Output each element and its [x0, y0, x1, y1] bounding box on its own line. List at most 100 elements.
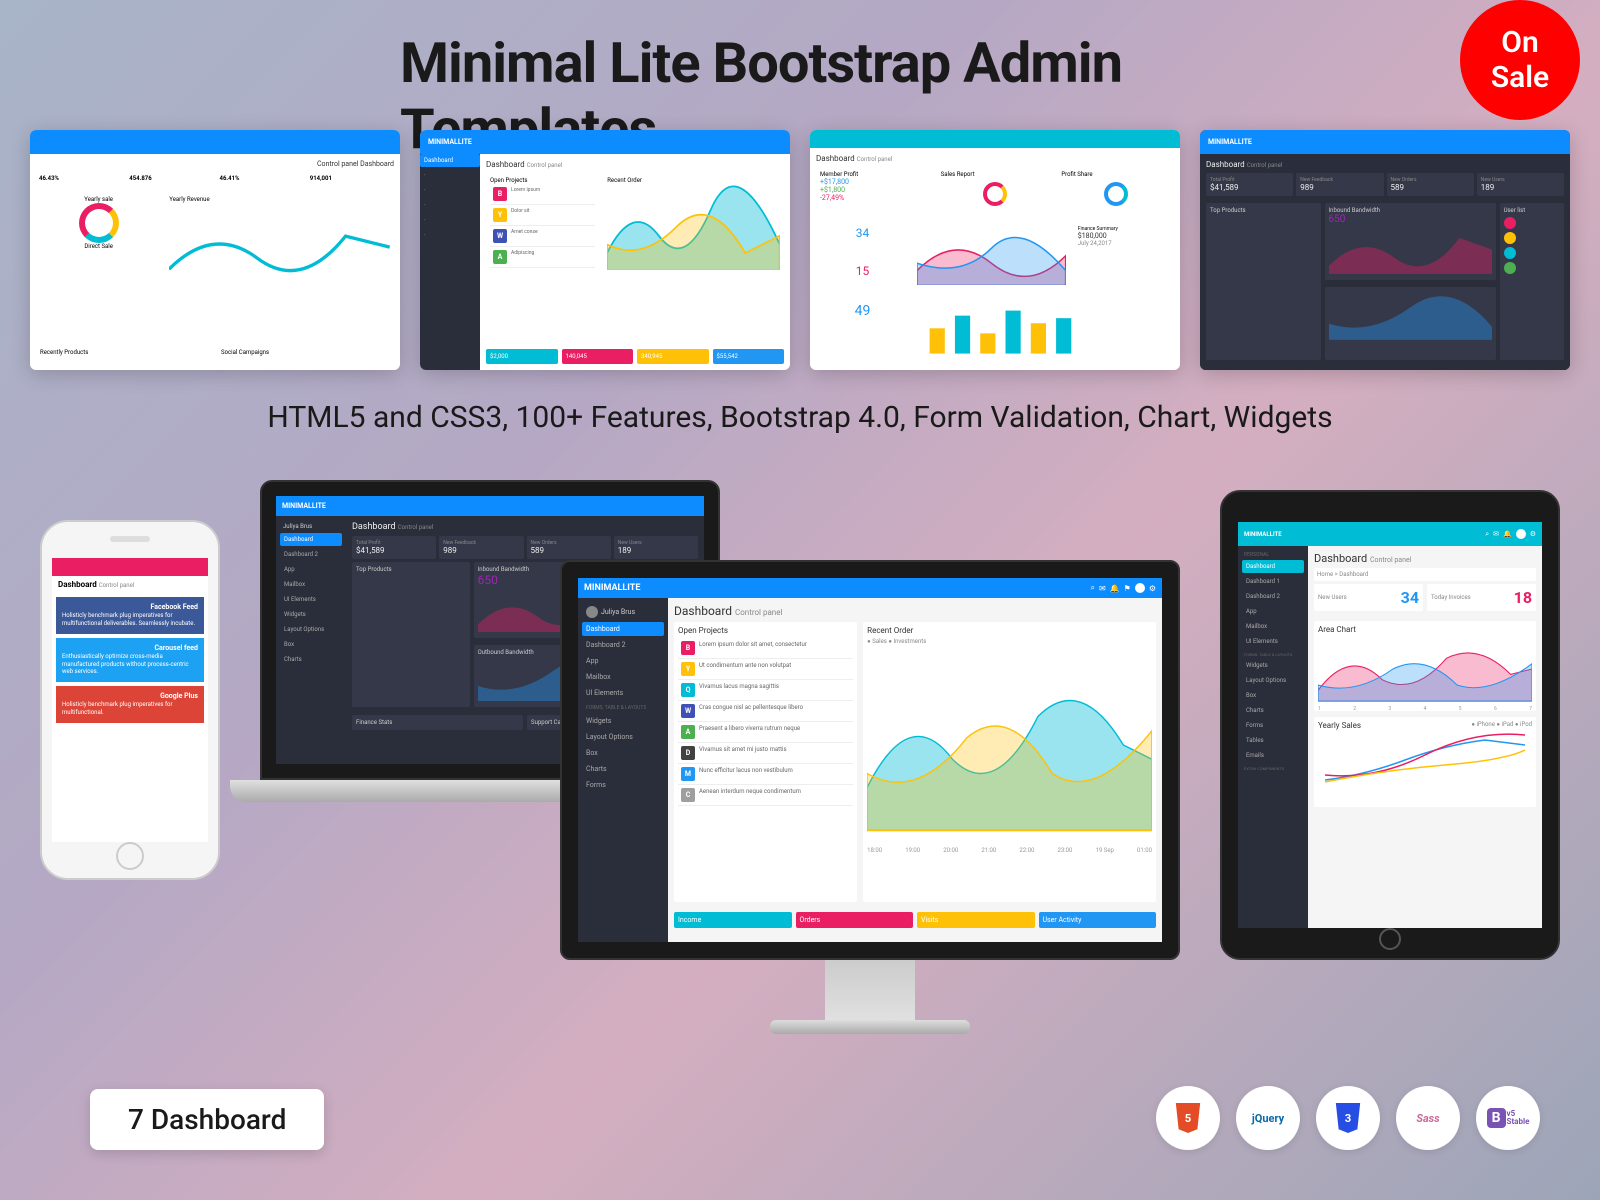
gear-icon[interactable]: ⚙: [1149, 584, 1156, 593]
sidebar-item[interactable]: ·: [420, 169, 480, 182]
project-item[interactable]: Q Vivamus lacus magna sagittis: [678, 680, 853, 701]
sidebar-item[interactable]: App: [582, 654, 664, 668]
sale-badge: On Sale: [1460, 0, 1580, 120]
phone-card-carousel[interactable]: Carousel feed Enthusiastically optimize …: [56, 638, 204, 682]
sidebar-item-dashboard[interactable]: Dashboard: [420, 154, 480, 167]
sidebar-item[interactable]: Charts: [280, 653, 342, 666]
breadcrumb[interactable]: Home > Dashboard: [1314, 568, 1536, 581]
phone-card-t2: Enthusiastically optimize cross-media ma…: [62, 653, 198, 676]
project-item[interactable]: WCras congue nisl ac pellentesque libero: [678, 701, 853, 722]
project-text: Ut condimentum ante non volutpat: [699, 662, 850, 669]
sidebar-item[interactable]: Charts: [1242, 704, 1304, 717]
subtitle: HTML5 and CSS3, 100+ Features, Bootstrap…: [267, 400, 1332, 435]
project-badge: Q: [681, 683, 695, 697]
tech-badges-row: 5 jQuery 3 Sass Bv5Stable: [1156, 1086, 1540, 1150]
sale-line2: Sale: [1491, 60, 1549, 95]
phone-topbar: [52, 558, 208, 576]
phone-card-google[interactable]: Google Plus Holisticly benchmark plug im…: [56, 686, 204, 723]
project-item[interactable]: CAenean interdum neque condimentum: [678, 785, 853, 806]
sidebar-item[interactable]: ·: [420, 184, 480, 197]
thumb3-n1: 34: [820, 226, 905, 240]
xaxis-tick: 2: [1353, 706, 1356, 712]
flag-icon[interactable]: ⚑: [1124, 584, 1131, 593]
pill-activity: $55,542: [713, 349, 785, 364]
sidebar-item[interactable]: Forms: [1242, 719, 1304, 732]
line-chart-panel: Yearly Sales ● iPhone ● iPad ● iPod: [1314, 717, 1536, 807]
sidebar-item[interactable]: Box: [280, 638, 342, 651]
leg-b: iPad: [1502, 721, 1514, 728]
gear-icon[interactable]: ⚙: [1530, 530, 1536, 538]
sidebar-item[interactable]: Layout Options: [1242, 674, 1304, 687]
sidebar-item[interactable]: Widgets: [582, 714, 664, 728]
leg-a: iPhone: [1476, 721, 1494, 728]
bell-icon[interactable]: 🔔: [1503, 530, 1512, 538]
bell-icon[interactable]: 🔔: [1110, 584, 1120, 593]
sidebar-item[interactable]: Widgets: [280, 608, 342, 621]
sidebar-item[interactable]: App: [1242, 605, 1304, 618]
sidebar-item[interactable]: ·: [420, 199, 480, 212]
svg-text:5: 5: [1185, 1112, 1191, 1125]
sidebar-item[interactable]: Mailbox: [582, 670, 664, 684]
sidebar-item[interactable]: Emails: [1242, 749, 1304, 762]
sidebar-item[interactable]: Dashboard 2: [280, 548, 342, 561]
avatar-icon[interactable]: [1135, 583, 1145, 593]
sidebar-item-dashboard[interactable]: Dashboard: [1242, 560, 1304, 573]
sidebar-item[interactable]: UI Elements: [582, 686, 664, 700]
donut-icon: [983, 182, 1007, 206]
sidebar-item[interactable]: App: [280, 563, 342, 576]
thumbnail-2[interactable]: MINIMALLITE Dashboard · · · · · Dashboar…: [420, 130, 790, 370]
sidebar-item[interactable]: UI Elements: [280, 593, 342, 606]
sidebar-item[interactable]: Dashboard 2: [582, 638, 664, 652]
xaxis-tick: 01:00: [1137, 847, 1152, 854]
sidebar-item[interactable]: UI Elements: [1242, 635, 1304, 648]
sidebar-item[interactable]: Charts: [582, 762, 664, 776]
avatar-icon: [1504, 247, 1516, 259]
sidebar-item[interactable]: Mailbox: [1242, 620, 1304, 633]
sidebar-item[interactable]: Dashboard 1: [1242, 575, 1304, 588]
mail-icon[interactable]: ✉: [1099, 584, 1106, 593]
mail-icon[interactable]: ✉: [1493, 530, 1499, 538]
sidebar-item[interactable]: Tables: [1242, 734, 1304, 747]
xaxis-tick: 5: [1459, 706, 1462, 712]
desktop-panel1: Open Projects: [678, 626, 853, 635]
project-item[interactable]: MNunc efficitur lacus non vestibulum: [678, 764, 853, 785]
sidebar-item[interactable]: Box: [582, 746, 664, 760]
avatar-icon[interactable]: [1516, 529, 1526, 539]
search-icon[interactable]: ⌕: [1091, 583, 1095, 593]
project-badge: B: [681, 641, 695, 655]
sidebar-item[interactable]: Layout Options: [280, 623, 342, 636]
sidebar-item-dashboard[interactable]: Dashboard: [582, 622, 664, 636]
thumbnail-4[interactable]: MINIMALLITE Dashboard Control panel Tota…: [1200, 130, 1570, 370]
sidebar-item[interactable]: Dashboard 2: [1242, 590, 1304, 603]
tablet-screen: MINIMALLITE PERSONAL Dashboard Dashboard…: [1238, 522, 1542, 928]
phone-card-facebook[interactable]: Facebook Feed Holisticly benchmark plug …: [56, 597, 204, 634]
brand-text: MINIMALLITE: [584, 583, 640, 593]
new-users-value: 34: [1401, 588, 1419, 607]
sidebar-item-dashboard[interactable]: Dashboard: [280, 533, 342, 546]
thumbnail-1[interactable]: Control panel Dashboard 46.43% 454.876 4…: [30, 130, 400, 370]
thumbnail-3[interactable]: Dashboard Control panel Member Profit +$…: [810, 130, 1180, 370]
sidebar-item[interactable]: Forms: [582, 778, 664, 792]
thumb3-l1: Member Profit: [820, 171, 929, 178]
xaxis-tick: 19 Sep: [1096, 847, 1114, 854]
thumb1-stat3: 46.41%: [220, 175, 240, 182]
line-chart-icon: [169, 203, 390, 291]
sidebar-item[interactable]: Layout Options: [582, 730, 664, 744]
thumb3-v2: +$1,800: [820, 186, 929, 194]
project-item[interactable]: BLorem ipsum dolor sit amet, consectetur: [678, 638, 853, 659]
sidebar-item[interactable]: ·: [420, 229, 480, 242]
thumb2-panel2: Recent Order: [607, 177, 780, 184]
laptop-sidebar: Juliya Brus Dashboard Dashboard 2 App Ma…: [276, 516, 346, 764]
project-item[interactable]: DVivamus sit amet mi justo mattis: [678, 743, 853, 764]
donut-icon: [79, 203, 119, 243]
avatar-icon: [586, 606, 598, 618]
sidebar-item[interactable]: Box: [1242, 689, 1304, 702]
project-item[interactable]: YUt condimentum ante non volutpat: [678, 659, 853, 680]
project-text: Vivamus lacus magna sagittis: [699, 683, 850, 690]
sidebar-item[interactable]: Mailbox: [280, 578, 342, 591]
project-item[interactable]: APraesent a libero viverra rutrum neque: [678, 722, 853, 743]
search-icon[interactable]: ⌕: [1485, 530, 1489, 539]
sidebar-item[interactable]: ·: [420, 214, 480, 227]
thumb3-sub: Control panel: [857, 156, 893, 163]
sidebar-item[interactable]: Widgets: [1242, 659, 1304, 672]
